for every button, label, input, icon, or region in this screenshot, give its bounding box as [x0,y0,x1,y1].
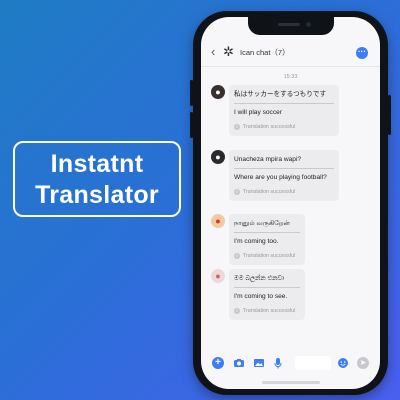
original-text: මම බලන්න එනවා [234,274,300,288]
emoji-icon[interactable] [337,357,349,369]
headline-box: Instatnt Translator [13,141,181,217]
original-text: Unacheza mpira wapi? [234,155,334,169]
avatar[interactable]: ● [211,85,225,99]
message-input[interactable] [295,356,331,370]
chat-header: ‹ ✲ Ican chat（7） ··· [201,43,380,63]
phone-side-button [190,112,193,138]
check-icon: ✓ [234,252,240,259]
avatar[interactable]: ● [211,269,225,283]
microphone-icon[interactable] [272,357,284,369]
translation-status: ✓ Translation successful [234,188,334,197]
original-text: 私はサッカーをするつもりです [234,90,334,104]
headline-line-1: Instatnt [50,150,144,178]
translation-status-label: Translation successful [243,308,296,314]
phone-side-button [190,80,193,106]
check-icon: ✓ [234,188,240,195]
avatar[interactable]: ● [211,214,225,228]
translation-status-label: Translation successful [243,124,296,130]
home-indicator [262,381,320,384]
input-toolbar: + ➤ [201,353,380,375]
translation-status: ✓ Translation successful [234,123,334,132]
avatar[interactable]: ● [211,150,225,164]
front-camera [306,22,311,27]
translated-text: I'm coming to see. [234,293,288,300]
plus-icon[interactable]: + [212,357,224,369]
headline-line-2: Translator [35,181,159,209]
image-icon[interactable] [253,357,265,369]
translation-status-label: Translation successful [243,253,296,259]
phone-notch [248,17,334,35]
translation-status: ✓ Translation successful [234,307,300,316]
check-icon: ✓ [234,307,240,314]
gear-icon: ✲ [223,44,234,59]
translated-text: I will play soccer [234,109,283,116]
check-icon: ✓ [234,123,240,130]
phone-screen: ‹ ✲ Ican chat（7） ··· 15:33 ● 私はサッカーをするつも… [201,17,380,389]
header-divider [201,66,380,67]
translation-status: ✓ Translation successful [234,252,300,261]
message-time: 15:33 [283,74,298,80]
message-bubble[interactable]: நானும் வருகிறேன் I'm coming too. ✓ Transl… [229,214,305,265]
message-bubble[interactable]: මම බලන්න එනවා I'm coming to see. ✓ Transl… [229,269,305,320]
camera-icon[interactable] [233,357,245,369]
phone-power-button [388,95,391,135]
more-icon[interactable]: ··· [356,47,368,59]
speaker [278,23,300,26]
translated-text: Where are you playing football? [234,174,327,181]
translation-status-label: Translation successful [243,189,296,195]
message-bubble[interactable]: 私はサッカーをするつもりです I will play soccer ✓ Trans… [229,85,339,136]
send-icon[interactable]: ➤ [357,357,369,369]
chat-title: Ican chat（7） [240,48,290,57]
back-arrow-icon[interactable]: ‹ [211,45,215,59]
translated-text: I'm coming too. [234,238,279,245]
message-bubble[interactable]: Unacheza mpira wapi? Where are you playi… [229,150,339,201]
original-text: நானும் வருகிறேன் [234,219,300,233]
